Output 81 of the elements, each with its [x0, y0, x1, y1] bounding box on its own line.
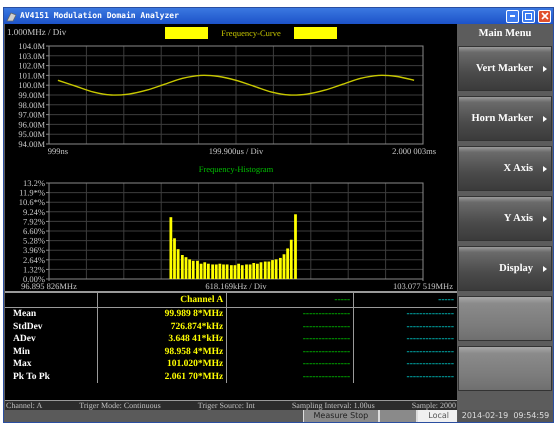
- close-button[interactable]: [538, 10, 551, 22]
- y-tick-label: 103.0M: [18, 50, 45, 61]
- y-tick-label: 10.6*%: [18, 197, 45, 208]
- menu-button[interactable]: Y Axis: [458, 196, 552, 241]
- y-tick-label: 101.0M: [18, 70, 45, 80]
- submenu-arrow-icon: [543, 116, 547, 122]
- y-tick-label: 13.2%: [23, 178, 45, 188]
- x-axis-label: 618.169kHz / Div: [205, 281, 267, 291]
- y-tick-label: 97.00M: [18, 110, 45, 120]
- chart-title: Frequency-Histogram: [198, 164, 274, 174]
- y-tick-label: 2.64%: [23, 254, 45, 265]
- y-tick-label: 11.9*%: [19, 188, 45, 198]
- x-tick-label: 999ns: [48, 146, 68, 156]
- x-axis-label: 199.900us / Div: [208, 146, 264, 156]
- measure-state: Measure Stop: [302, 410, 378, 422]
- status-text: Sampling Interval: 1.00us: [292, 401, 375, 410]
- table-cell: ---------------: [226, 346, 354, 358]
- table-cell: 99.989 8*MHz: [98, 308, 227, 320]
- submenu-arrow-icon: [543, 216, 547, 222]
- maximize-button[interactable]: [522, 10, 535, 22]
- table-cell: 726.874*kHz: [98, 320, 227, 333]
- status-text: Triger Source: Int: [198, 401, 255, 410]
- date-time: 2014-02-19 09:54:59: [458, 410, 553, 422]
- y-tick-label: 99.00M: [18, 90, 45, 100]
- y-tick-label: 102.0M: [18, 60, 45, 71]
- menu-button[interactable]: Vert Marker: [458, 46, 552, 91]
- row-label: ADev: [5, 333, 98, 346]
- table-cell: 2.061 70*MHz: [98, 370, 227, 383]
- status-text: Sample: 2000: [412, 401, 456, 410]
- table-cell: ---------------: [226, 358, 354, 370]
- chart-title-bar: Frequency-Curve: [165, 27, 337, 39]
- minimize-icon: [510, 15, 515, 17]
- table-cell: 98.958 4*MHz: [98, 346, 227, 358]
- maximize-icon: [525, 12, 532, 20]
- y-tick-label: 3.96%: [23, 245, 45, 256]
- y-tick-label: 98.00M: [18, 100, 45, 110]
- y-tick-label: 6.60%: [23, 226, 45, 236]
- y-tick-label: 0.00%: [23, 274, 45, 284]
- y-tick-label: 100.0M: [18, 80, 45, 90]
- status-text: Triger Mode: Continuous: [79, 401, 161, 410]
- table-cell: 101.020*MHz: [98, 358, 227, 370]
- y-tick-label: 96.00M: [18, 119, 45, 130]
- submenu-arrow-icon: [543, 66, 547, 72]
- table-cell: ---------------: [226, 333, 354, 346]
- close-icon: [540, 12, 548, 20]
- row-label: Pk To Pk: [5, 370, 98, 383]
- app-icon: [6, 10, 17, 22]
- menu-button[interactable]: [458, 296, 552, 341]
- menu-button[interactable]: Horn Marker: [458, 96, 552, 141]
- control-mode: Local: [416, 410, 457, 422]
- menu-button[interactable]: [458, 346, 552, 391]
- submenu-arrow-icon: [543, 166, 547, 172]
- x-tick-label: 2.000 003ms: [392, 146, 436, 156]
- table-cell: ---------------: [226, 320, 354, 333]
- row-label: Max: [5, 358, 98, 370]
- y-tick-label: 5.28%: [23, 236, 45, 246]
- row-label: StdDev: [5, 320, 98, 333]
- y-tick-label: 9.24%: [23, 206, 45, 217]
- minimize-button[interactable]: [506, 10, 519, 22]
- x-tick-label: 103.077 519MHz: [393, 281, 453, 291]
- y-tick-label: 1.32%: [23, 264, 45, 274]
- table-cell: 3.648 41*kHz: [98, 333, 227, 346]
- column-header: -----: [226, 292, 354, 308]
- window-title: AV4151 Modulation Domain Analyzer: [20, 10, 179, 22]
- y-tick-label: 104.0M: [18, 41, 45, 51]
- menu-button[interactable]: Display: [458, 246, 552, 291]
- y-tick-label: 94.00M: [18, 139, 45, 149]
- row-label: Min: [5, 346, 98, 358]
- table-cell: ---------------: [226, 370, 354, 383]
- x-tick-label: 96.895 826MHz: [21, 281, 77, 291]
- menu-title: Main Menu: [478, 27, 532, 41]
- y-tick-label: 7.92%: [23, 216, 45, 226]
- submenu-arrow-icon: [543, 266, 547, 272]
- status-panel: [378, 410, 416, 422]
- row-label: Mean: [5, 308, 98, 320]
- table-cell: ---------------: [226, 308, 354, 320]
- column-header: Channel A: [98, 292, 227, 308]
- menu-button[interactable]: X Axis: [458, 146, 552, 191]
- y-scale-label: 1.000MHz / Div: [6, 26, 66, 39]
- y-tick-label: 95.00M: [18, 129, 45, 140]
- status-text: Channel: A: [6, 401, 42, 410]
